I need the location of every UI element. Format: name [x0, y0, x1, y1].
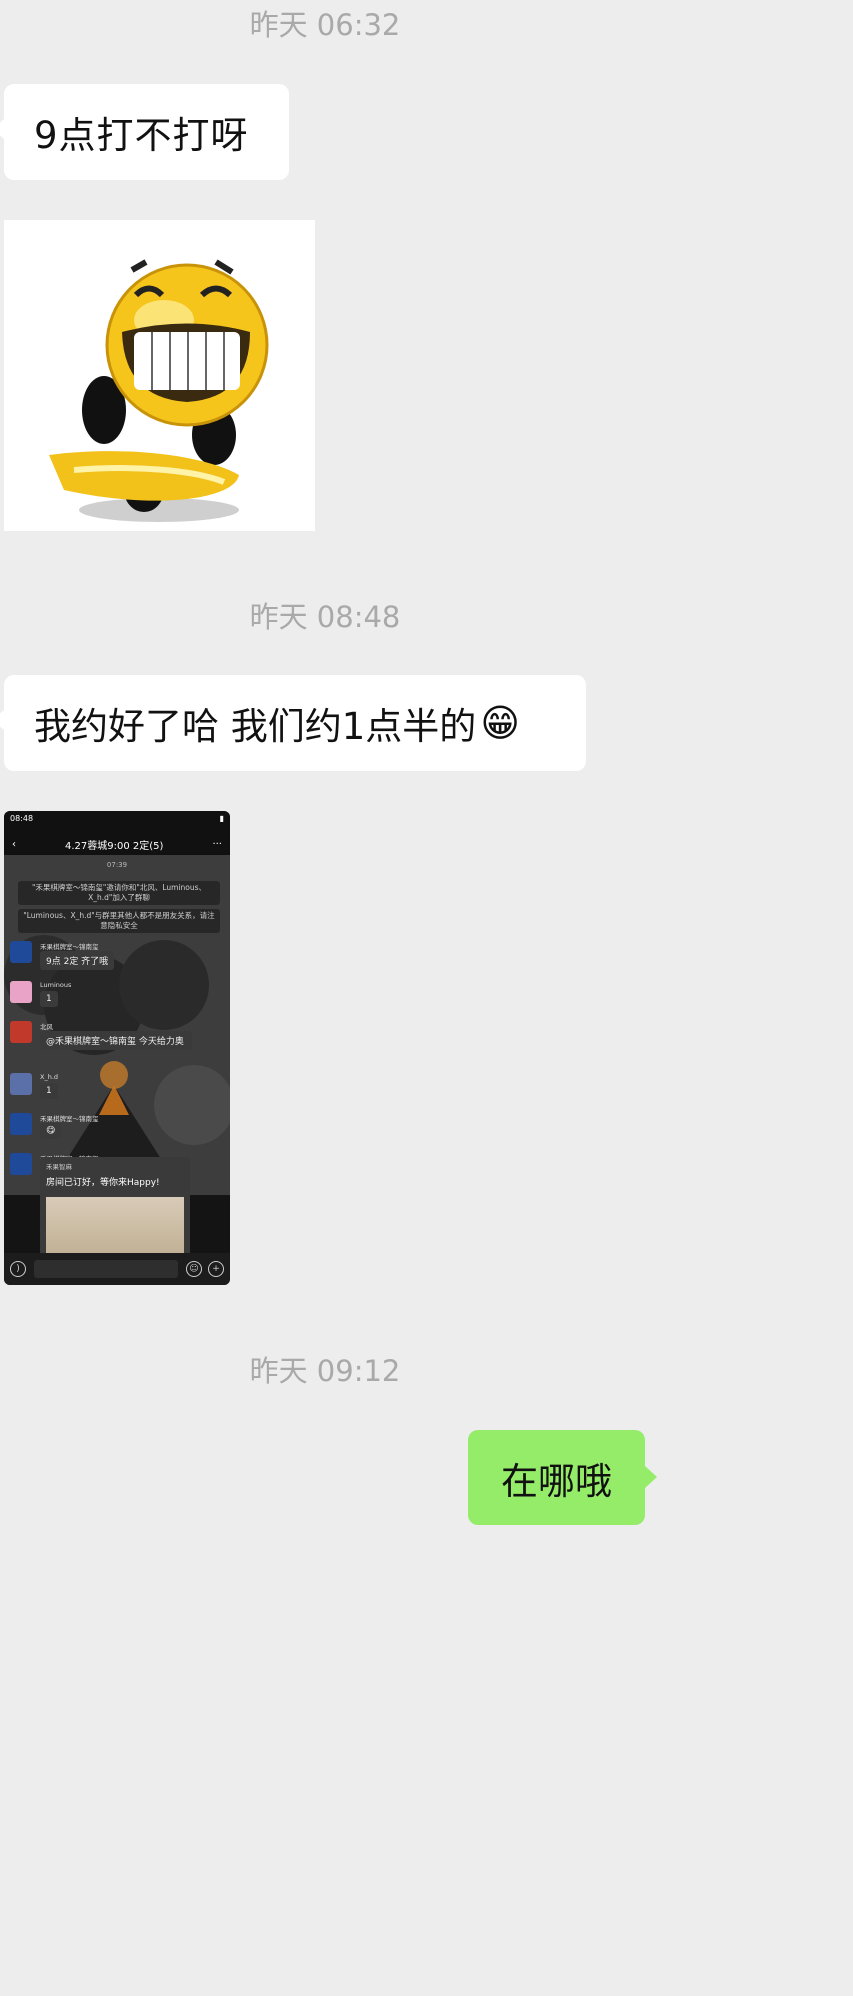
more-icon: ··· — [212, 838, 222, 850]
outgoing-message[interactable]: 在哪哦 — [468, 1430, 657, 1525]
room-photo — [46, 1197, 184, 1253]
status-time: 08:48 — [10, 814, 34, 823]
avatar — [10, 941, 32, 963]
message-input — [34, 1260, 178, 1278]
sender-name: X_h.d — [40, 1073, 59, 1081]
plus-icon: + — [208, 1261, 224, 1277]
message-text: 1 — [40, 1083, 58, 1099]
chat-title: 4.27蓉城9:00 2定(5) — [65, 840, 164, 852]
avatar — [10, 981, 32, 1003]
voice-icon: ) — [10, 1261, 26, 1277]
sender-name: 禾果棋牌室～锦南玺 — [40, 1115, 99, 1123]
sender-name: 禾果棋牌室～锦南玺 — [40, 943, 99, 951]
sender-name: Luminous — [40, 981, 72, 989]
message-text: 9点打不打呀 — [34, 114, 249, 157]
message-text: 9点 2定 齐了哦 — [40, 951, 115, 970]
status-bar: 08:48 ▮ — [4, 811, 230, 830]
chat-time: 07:39 — [106, 861, 128, 869]
booking-card: 禾果智麻 房间已订好，等你来Happy! — [40, 1157, 190, 1253]
system-notice: "Luminous、X_h.d"与群里其他人都不是朋友关系，请注意隐私安全 — [18, 909, 220, 933]
grinning-sticker-icon — [49, 259, 269, 522]
avatar — [10, 1021, 32, 1043]
sticker-image[interactable] — [4, 220, 315, 531]
system-notice: "禾果棋牌室～锦南玺"邀请你和"北风、Luminous、X_h.d"加入了群聊 — [18, 881, 220, 905]
avatar — [10, 1153, 32, 1175]
message-text: 1 — [40, 991, 58, 1007]
timestamp: 昨天 08:48 — [249, 600, 401, 634]
card-text: 房间已订好，等你来Happy! — [46, 1178, 160, 1188]
message-text: 在哪哦 — [501, 1459, 612, 1503]
incoming-message[interactable]: 9点打不打呀 — [0, 84, 289, 180]
back-icon: ‹ — [12, 838, 16, 850]
chat-body: 07:39 "禾果棋牌室～锦南玺"邀请你和"北风、Luminous、X_h.d"… — [4, 855, 230, 1253]
timestamp: 昨天 09:12 — [249, 1354, 401, 1388]
avatar — [10, 1113, 32, 1135]
input-bar: ) ☺ + — [4, 1253, 230, 1285]
incoming-message[interactable]: 我约好了哈 我们约1点半的 😁 — [0, 675, 586, 771]
timestamp: 昨天 06:32 — [249, 8, 401, 42]
card-source: 禾果智麻 — [46, 1163, 72, 1171]
message-text: @禾果棋牌室～锦南玺 今天给力奥 — [40, 1031, 192, 1050]
grin-emoji-icon: 😁 — [480, 701, 520, 745]
message-text: 我约好了哈 我们约1点半的 — [34, 705, 477, 748]
shared-screenshot-image[interactable]: 08:48 ▮ ‹ 4.27蓉城9:00 2定(5) ··· 07:39 "禾果… — [4, 811, 230, 1285]
chat-header: ‹ 4.27蓉城9:00 2定(5) ··· — [4, 830, 230, 858]
emoji-icon: ☺ — [186, 1261, 202, 1277]
avatar — [10, 1073, 32, 1095]
sender-name: 北风 — [40, 1023, 53, 1031]
battery-icon: ▮ — [219, 814, 224, 823]
message-text: 😋 — [40, 1123, 62, 1139]
